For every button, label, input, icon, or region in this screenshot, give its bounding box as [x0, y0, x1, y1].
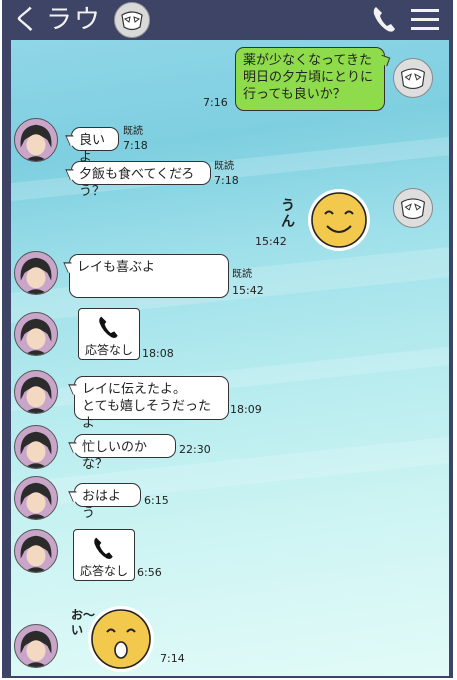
contact-avatar[interactable]: [14, 425, 58, 469]
smile-sticker[interactable]: [303, 184, 375, 254]
contact-avatar[interactable]: [14, 312, 58, 356]
message-time: 7:18: [214, 174, 239, 187]
message-time: 7:16: [203, 96, 228, 109]
missed-call-card[interactable]: 応答なし: [78, 308, 140, 360]
message-bubble-incoming[interactable]: レイも喜ぶよ: [69, 254, 229, 298]
sticker-text: お〜い: [71, 608, 96, 637]
message-time: 15:42: [255, 235, 287, 248]
back-button[interactable]: く: [12, 3, 40, 37]
mask-avatar-icon[interactable]: [393, 188, 433, 228]
message-bubble-incoming[interactable]: おはよう: [74, 483, 141, 521]
contact-avatar[interactable]: [14, 476, 58, 520]
missed-call-card[interactable]: 応答なし: [73, 529, 135, 581]
read-receipt: 既読: [232, 269, 252, 280]
phone-icon: [79, 313, 139, 341]
app-frame: く ラウ 薬が少なくなってきた 明日の夕方頃にとりに 行っても良いか？ 7:16: [2, 0, 453, 678]
message-bubble-outgoing[interactable]: 薬が少なくなってきた 明日の夕方頃にとりに 行っても良いか？: [235, 47, 385, 111]
chat-header: く ラウ: [2, 0, 453, 40]
contact-avatar[interactable]: [14, 529, 58, 573]
read-receipt: 既読: [214, 161, 234, 172]
message-bubble-incoming[interactable]: 夕飯も食べてくだろう？: [71, 161, 211, 199]
message-time: 6:56: [137, 566, 162, 579]
message-time: 22:30: [179, 443, 211, 456]
mask-avatar-icon[interactable]: [393, 58, 433, 98]
message-bubble-incoming[interactable]: レイに伝えたよ。 とても嬉しそうだったよ: [74, 376, 229, 431]
message-time: 6:15: [144, 494, 169, 507]
message-time: 18:08: [142, 347, 174, 360]
phone-icon[interactable]: [370, 3, 400, 35]
message-time: 18:09: [230, 403, 262, 416]
message-bubble-incoming[interactable]: 良いよ: [71, 127, 119, 165]
call-status: 応答なし: [79, 564, 128, 578]
contact-avatar[interactable]: [14, 370, 58, 414]
mask-avatar-icon: [121, 11, 143, 31]
read-receipt: 既読: [123, 126, 143, 137]
header-avatar[interactable]: [114, 2, 150, 38]
hamburger-menu-icon[interactable]: [411, 9, 439, 31]
contact-avatar[interactable]: [14, 624, 58, 668]
contact-avatar[interactable]: [14, 251, 58, 295]
contact-avatar[interactable]: [14, 118, 58, 162]
chat-title: ラウ: [46, 5, 103, 35]
sticker-text: うん: [281, 198, 295, 230]
shout-sticker[interactable]: [85, 602, 157, 676]
call-status: 応答なし: [84, 343, 133, 357]
phone-icon: [74, 534, 134, 562]
chat-area[interactable]: 薬が少なくなってきた 明日の夕方頃にとりに 行っても良いか？ 7:16 良いよ …: [11, 40, 449, 676]
message-bubble-incoming[interactable]: 忙しいのかな？: [74, 434, 176, 472]
message-time: 7:14: [160, 652, 185, 665]
message-time: 15:42: [232, 284, 264, 297]
message-time: 7:18: [123, 139, 148, 152]
